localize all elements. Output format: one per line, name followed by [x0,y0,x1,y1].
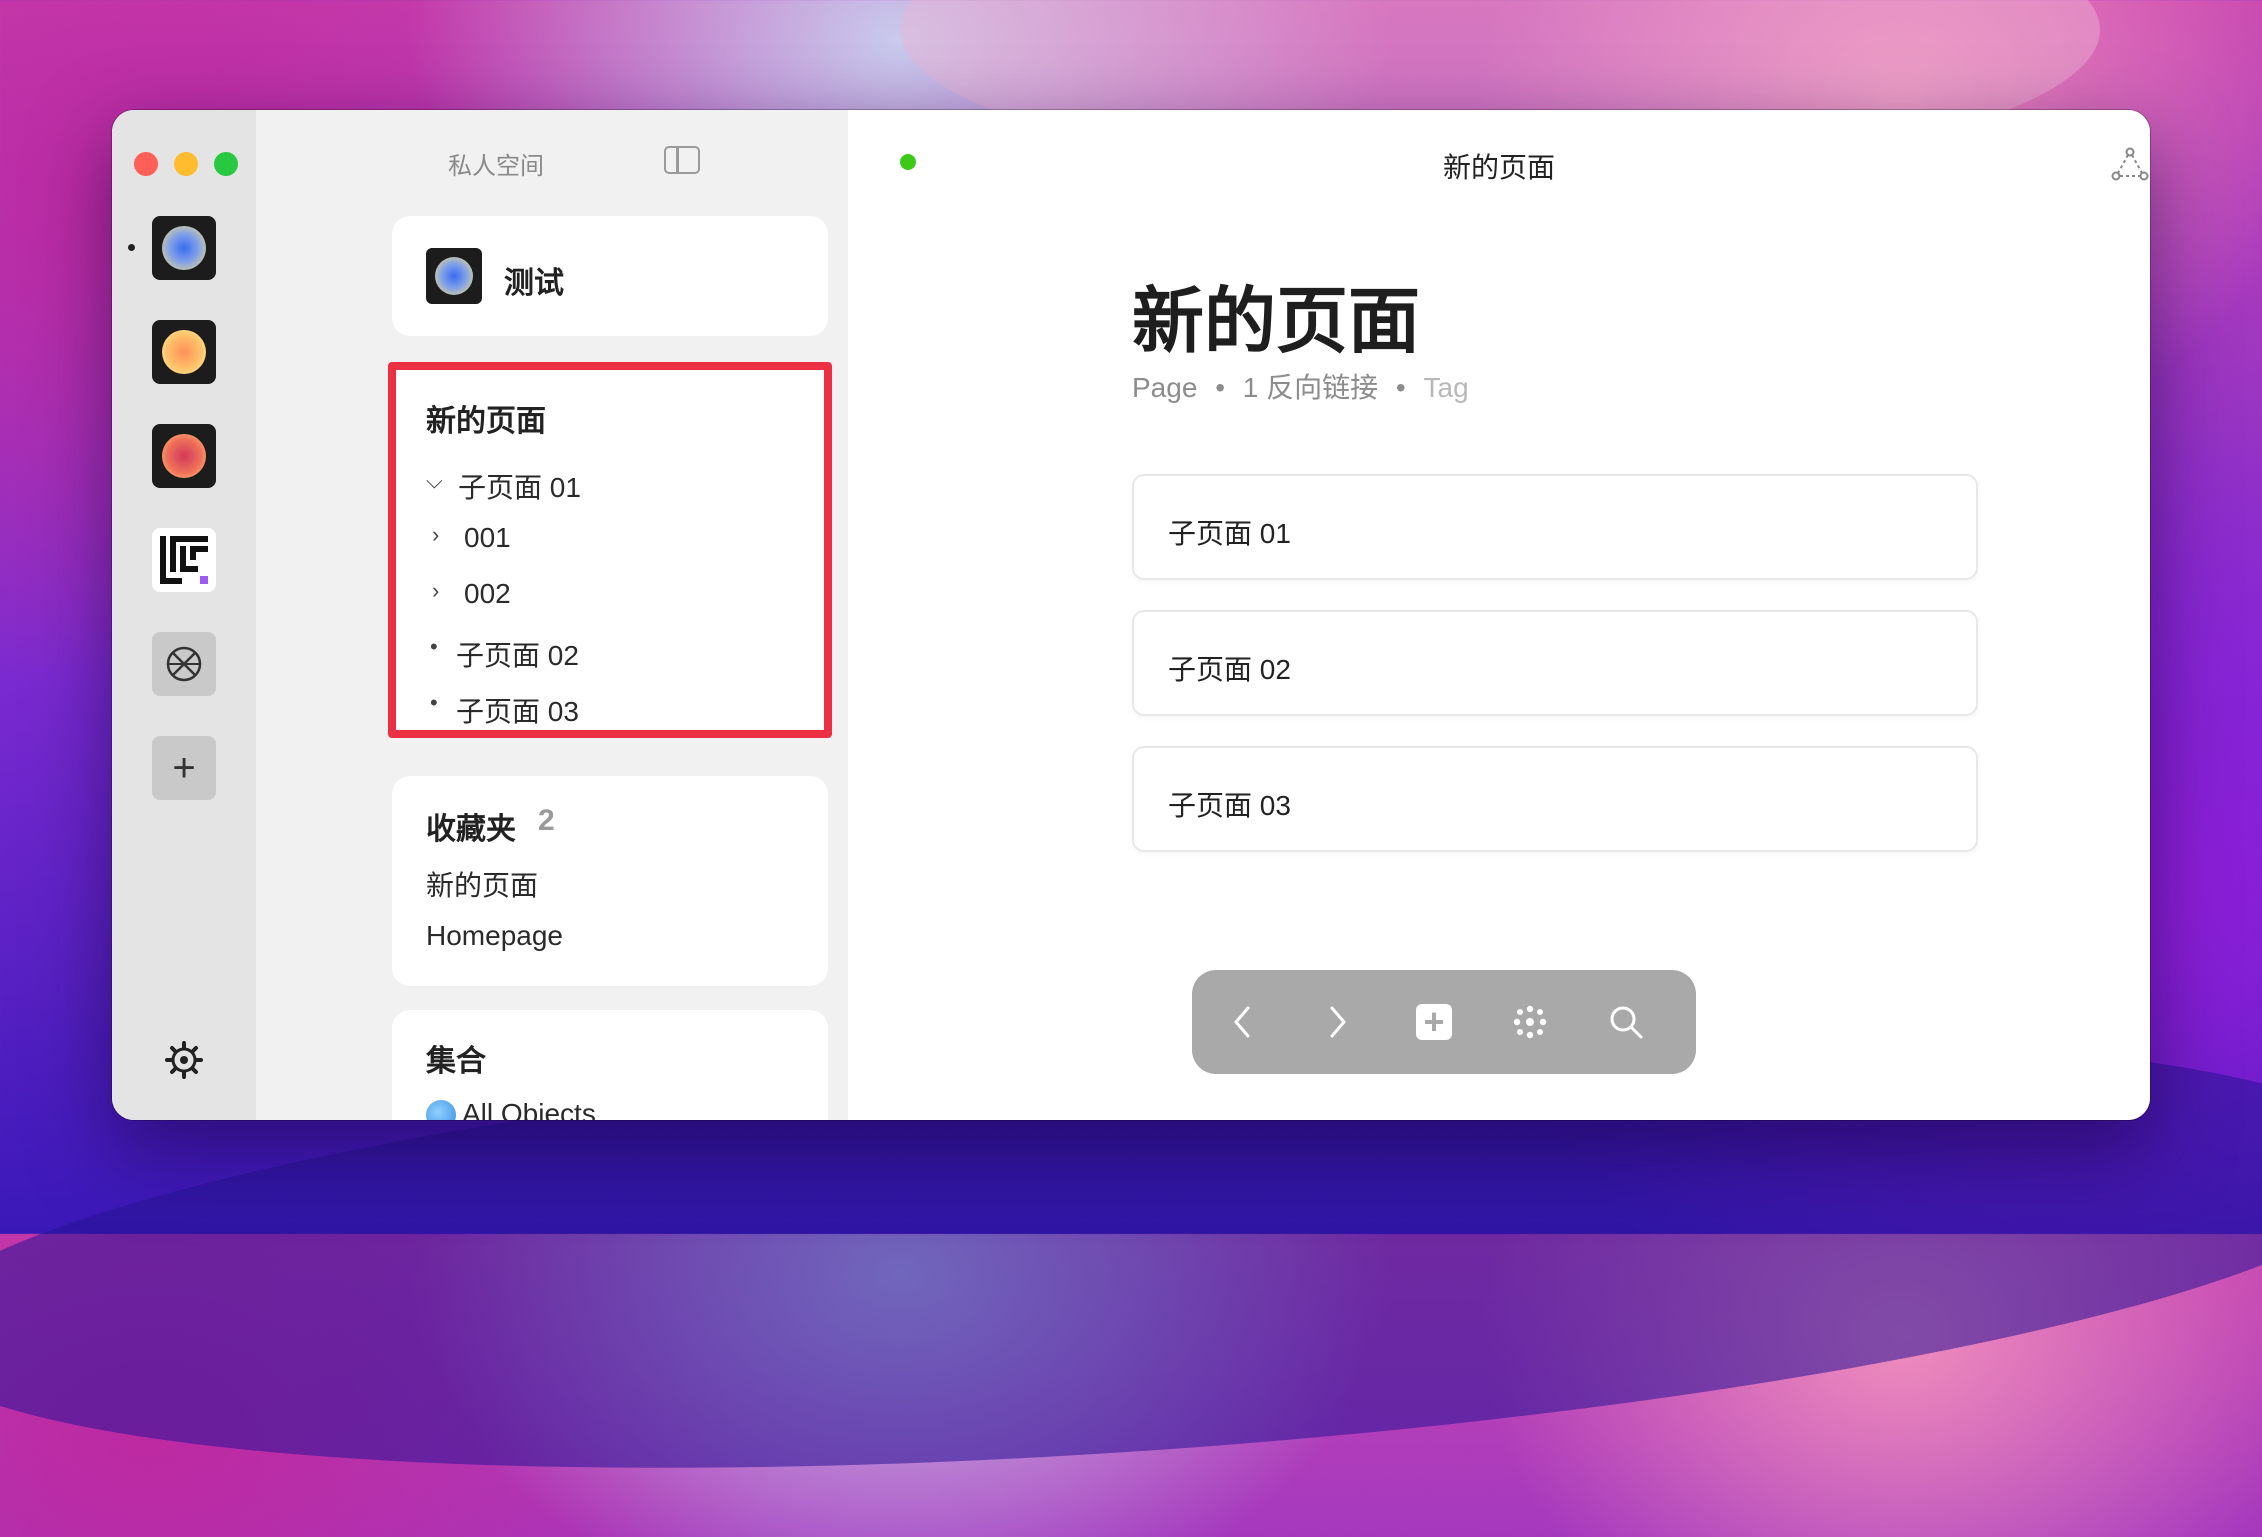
link-block[interactable]: 子页面 01 [1132,474,1978,580]
tree-item-label: 子页面 03 [456,696,579,727]
link-block[interactable]: 子页面 03 [1132,746,1978,852]
link-block[interactable]: 子页面 02 [1132,610,1978,716]
settings-button[interactable] [164,1040,204,1085]
space-name: 测试 [504,267,564,300]
create-object-button[interactable]: + [1404,992,1464,1052]
active-space-indicator [128,244,135,251]
editor-area: 新的页面 ••• 新的页面 Page • 1 反向链接 • Tag 子页面 01… [848,110,2150,1120]
graph-icon[interactable] [2110,146,2150,182]
space-orb-blue-icon [435,257,473,295]
sidebar: 私人空间 测试 新的页面 ⌵ 子页面 01 › 001 › 002 • 子页面 … [256,110,848,1120]
spaces-rail: + [112,110,256,1120]
tree-item-label: 子页面 02 [456,640,579,671]
page-title[interactable]: 新的页面 [1132,262,1420,367]
bullet-icon: • [430,690,438,715]
space-avatar [426,248,482,304]
chevron-down-icon[interactable]: ⌵ [426,468,443,494]
link-block-label: 子页面 01 [1168,518,1291,549]
search-icon [1610,1006,1643,1039]
graph-dots-icon [1513,1005,1547,1039]
space-blue-button[interactable] [152,216,216,280]
minimize-window-button[interactable] [174,152,198,176]
chevron-left-icon [1234,1006,1250,1038]
set-item[interactable]: All Objects [462,1098,596,1120]
space-card[interactable]: 测试 [392,216,828,336]
plus-icon: + [172,746,196,790]
tree-title[interactable]: 新的页面 [426,396,546,440]
sets-title[interactable]: 集合 [426,1036,486,1080]
chevron-right-icon[interactable]: › [432,522,439,548]
favorites-title[interactable]: 收藏夹 [426,804,516,848]
close-window-button[interactable] [134,152,158,176]
brand-logo-icon [160,536,208,584]
zoom-window-button[interactable] [214,152,238,176]
globe-icon [426,1100,456,1120]
sets-widget: 集合 All Objects [392,1010,828,1120]
compass-icon [166,646,202,682]
space-red-button[interactable] [152,424,216,488]
app-window: + 私人空间 测试 新的页面 ⌵ 子页面 01 › 001 › 002 • 子页… [112,110,2150,1120]
page-tree-widget: 新的页面 ⌵ 子页面 01 › 001 › 002 • 子页面 02 • 子页面… [388,362,832,738]
back-button[interactable] [1212,992,1272,1052]
chevron-right-icon [1330,1006,1346,1038]
tree-item-label: 子页面 01 [458,472,581,503]
link-block-label: 子页面 03 [1168,790,1291,821]
graph-view-button[interactable] [1500,992,1560,1052]
search-button[interactable] [1596,992,1656,1052]
favorites-count: 2 [538,804,555,837]
link-block-label: 子页面 02 [1168,654,1291,685]
forward-button[interactable] [1308,992,1368,1052]
chevron-right-icon[interactable]: › [432,578,439,604]
bullet-icon: • [430,634,438,659]
tree-item-label: 002 [464,578,511,609]
settings-gear-icon [165,1041,203,1079]
meta-separator: • [1215,372,1225,403]
favorite-item[interactable]: Homepage [426,920,563,952]
tree-item-label: 001 [464,522,511,553]
sidebar-toggle-icon[interactable] [664,146,700,174]
page-type[interactable]: Page [1132,372,1197,403]
favorites-widget: 收藏夹 2 新的页面 Homepage [392,776,828,986]
navigation-toolbar: + [1192,970,1696,1074]
meta-separator: • [1395,372,1406,403]
plus-square-icon: + [1416,1004,1452,1040]
backlinks-count[interactable]: 1 反向链接 [1243,372,1378,403]
space-orb-blue-icon [162,226,206,270]
favorite-item[interactable]: 新的页面 [426,864,538,904]
space-logo-button[interactable] [152,528,216,592]
tag-field[interactable]: Tag [1424,372,1469,403]
space-orb-yellow-icon [162,330,206,374]
space-yellow-button[interactable] [152,320,216,384]
page-meta: Page • 1 反向链接 • Tag [1132,366,1469,406]
explore-spaces-button[interactable] [152,632,216,696]
header-title[interactable]: 新的页面 [848,146,2150,186]
space-orb-red-icon [162,434,206,478]
add-space-button[interactable]: + [152,736,216,800]
